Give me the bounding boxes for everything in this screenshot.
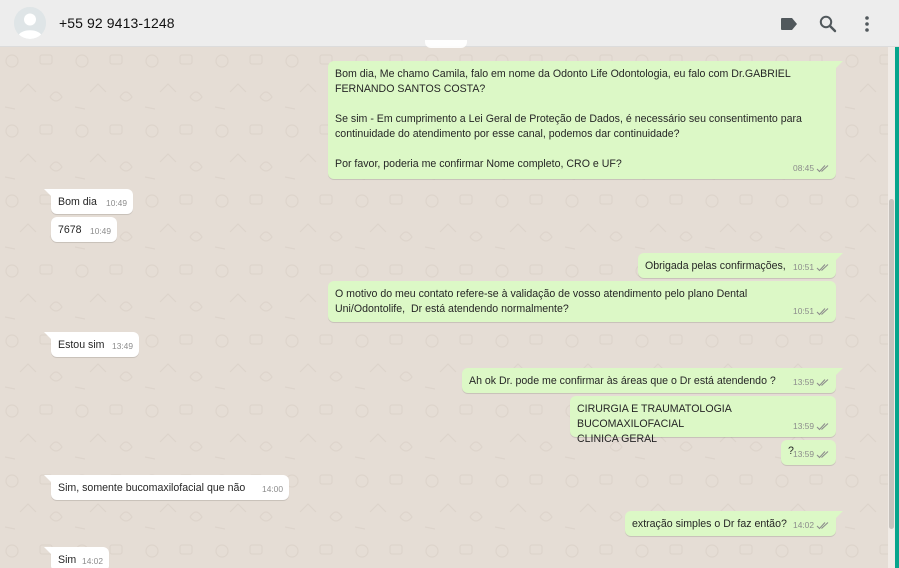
message-meta: 13:59 [793,375,830,390]
message-time: 13:59 [793,421,814,431]
message-meta: 14:00 [262,482,283,497]
double-check-icon [816,164,830,173]
message-text: Sim, somente bucomaxilofacial que não [58,482,246,494]
message-bubble-outgoing[interactable]: Obrigada pelas confirmações, 10:51 [638,253,843,278]
label-icon[interactable] [779,14,799,34]
message-time: 10:49 [90,226,111,236]
message-time: 14:02 [82,556,103,566]
contact-avatar[interactable] [14,7,46,39]
message-time: 08:45 [793,163,814,173]
message-bubble-incoming[interactable]: Sim, somente bucomaxilofacial que não 14… [44,475,289,500]
double-check-icon [816,307,830,316]
message-time: 14:00 [262,484,283,494]
message-time: 13:59 [793,377,814,387]
message-text: O motivo do meu contato refere-se à vali… [335,288,751,315]
previous-message-stub [425,40,467,48]
message-text: Ah ok Dr. pode me confirmar às áreas que… [469,375,776,387]
message-time: 10:49 [106,198,127,208]
message-meta: 08:45 [793,161,830,176]
message-bubble-outgoing[interactable]: Bom dia, Me chamo Camila, falo em nome d… [328,61,843,179]
message-time: 13:49 [112,341,133,351]
message-bubble-outgoing[interactable]: CIRURGIA E TRAUMATOLOGIA BUCOMAXILOFACIA… [570,396,836,445]
menu-dots-icon[interactable] [857,14,877,34]
window-accent-edge [895,47,899,568]
message-bubble-outgoing[interactable]: O motivo do meu contato refere-se à vali… [328,281,836,322]
double-check-icon [816,263,830,272]
message-bubble-incoming[interactable]: Bom dia 10:49 [44,189,133,214]
message-time: 10:51 [793,306,814,316]
message-bubble-incoming[interactable]: 7678 10:49 [51,217,117,242]
message-bubble-outgoing[interactable]: extração simples o Dr faz então? 14:02 [625,511,843,536]
scrollbar-thumb[interactable] [889,199,894,529]
message-meta: 13:59 [793,447,830,462]
scrollbar-track[interactable] [888,47,895,568]
message-meta: 14:02 [793,518,830,533]
message-meta: 10:51 [793,260,830,275]
double-check-icon [816,521,830,530]
message-meta: 13:49 [112,339,133,354]
message-meta: 10:49 [106,196,127,211]
message-bubble-incoming[interactable]: Sim 14:02 [44,547,109,568]
message-time: 14:02 [793,520,814,530]
message-meta: 14:02 [82,554,103,568]
message-time: 10:51 [793,262,814,272]
message-time: 13:59 [793,449,814,459]
message-meta: 10:51 [793,304,830,319]
double-check-icon [816,378,830,387]
double-check-icon [816,422,830,431]
message-text: Bom dia, Me chamo Camila, falo em nome d… [335,68,802,170]
message-bubble-outgoing[interactable]: ? 13:59 [781,440,836,465]
contact-name[interactable]: +55 92 9413-1248 [59,15,175,31]
message-bubble-outgoing[interactable]: Ah ok Dr. pode me confirmar às áreas que… [462,368,843,393]
search-icon[interactable] [818,14,838,34]
message-meta: 13:59 [793,419,830,434]
default-avatar-icon [14,7,46,39]
message-bubble-incoming[interactable]: Estou sim 13:49 [44,332,139,357]
double-check-icon [816,450,830,459]
message-meta: 10:49 [90,224,111,239]
